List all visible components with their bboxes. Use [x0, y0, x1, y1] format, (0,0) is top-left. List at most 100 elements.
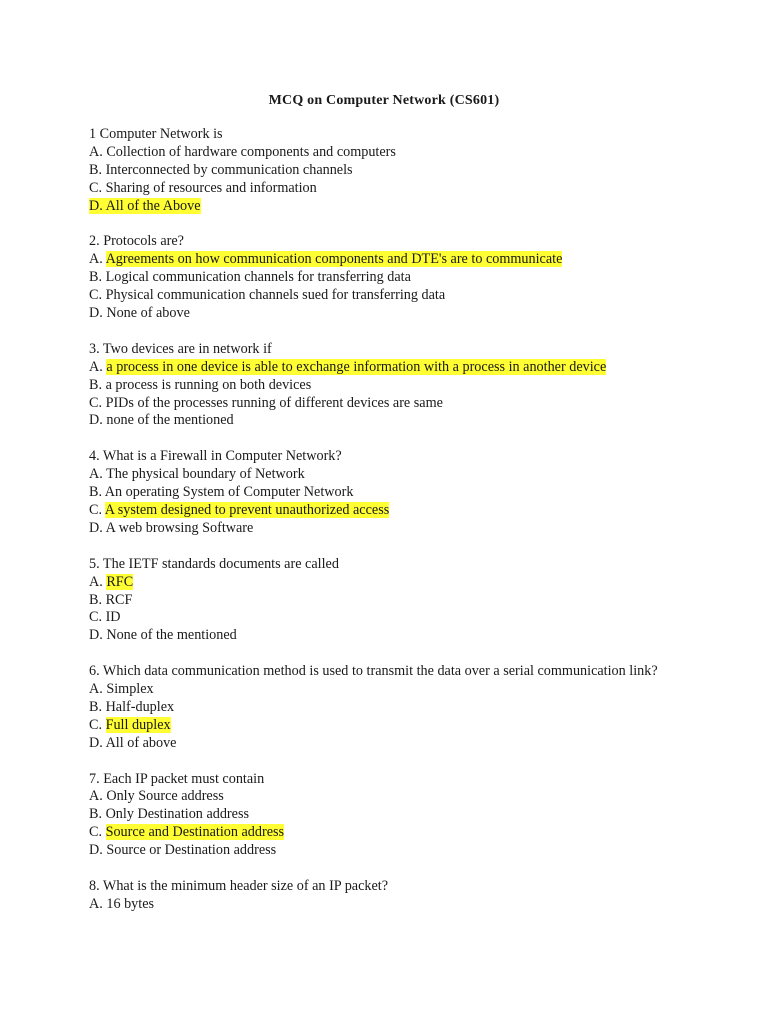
option-letter: A.: [89, 466, 103, 483]
option-text: The physical boundary of Network: [106, 466, 305, 483]
option: B. RCF: [89, 592, 689, 610]
option: A. 16 bytes: [89, 896, 689, 914]
document-page: MCQ on Computer Network (CS601) 1 Comput…: [0, 0, 768, 1024]
option: D. none of the mentioned: [89, 412, 689, 430]
option-correct-answer: A. RFC: [89, 573, 689, 592]
option-letter: C.: [89, 179, 103, 196]
option-correct-answer: D. All of the Above: [89, 197, 689, 216]
option: B. Half-duplex: [89, 699, 689, 717]
option-letter: C.: [89, 609, 103, 626]
option-text: An operating System of Computer Network: [104, 484, 354, 501]
option: C. PIDs of the processes running of diff…: [89, 395, 689, 413]
option-letter: C.: [89, 716, 103, 733]
question-text: 6. Which data communication method is us…: [89, 663, 658, 680]
option: B. Interconnected by communication chann…: [89, 162, 689, 180]
option-letter: D.: [89, 197, 103, 214]
option: D. All of above: [89, 735, 689, 753]
question-block: 4. What is a Firewall in Computer Networ…: [89, 448, 689, 538]
option-letter: C.: [89, 501, 103, 518]
question-text: 4. What is a Firewall in Computer Networ…: [89, 448, 342, 465]
option-letter: D.: [89, 412, 103, 429]
question-block: 5. The IETF standards documents are call…: [89, 556, 689, 646]
option-letter: D.: [89, 305, 103, 322]
option-text: Collection of hardware components and co…: [106, 143, 396, 160]
option-letter: B.: [89, 806, 103, 823]
option-text: Simplex: [106, 681, 154, 698]
option-text: Sharing of resources and information: [105, 179, 317, 196]
option: D. A web browsing Software: [89, 520, 689, 538]
option-text: None of the mentioned: [106, 627, 237, 644]
question-block: 3. Two devices are in network if A. a pro…: [89, 341, 689, 431]
option-text: Interconnected by communication channels: [105, 161, 353, 178]
option-text: RFC: [106, 573, 134, 590]
option-letter: D.: [89, 519, 103, 536]
option-text: Only Source address: [106, 788, 224, 805]
question-text: 1 Computer Network is: [89, 126, 223, 142]
question-text: 7. Each IP packet must contain: [89, 770, 265, 787]
question-text: 5. The IETF standards documents are call…: [89, 555, 339, 572]
question-text: 2. Protocols are?: [89, 233, 184, 250]
option-letter: D.: [89, 627, 103, 644]
option-letter: C.: [89, 824, 103, 841]
answer-highlight: D. All of the Above: [89, 197, 201, 214]
option-text: RCF: [105, 591, 133, 608]
option-letter: A.: [89, 251, 103, 268]
option: A. Only Source address: [89, 788, 689, 806]
option: A. The physical boundary of Network: [89, 466, 689, 484]
option-text: Logical communication channels for trans…: [105, 269, 411, 286]
option: B. Only Destination address: [89, 806, 689, 824]
question-block: 7. Each IP packet must contain A. Only So…: [89, 771, 689, 861]
option-letter: B.: [89, 269, 103, 286]
option-correct-answer: C. A system designed to prevent unauthor…: [89, 501, 689, 520]
option-letter: A.: [89, 895, 103, 912]
question-text: 3. Two devices are in network if: [89, 340, 272, 357]
option-text: a process in one device is able to excha…: [106, 358, 607, 375]
question-list: 1 Computer Network is A. Collection of ha…: [89, 126, 689, 932]
option: B. a process is running on both devices: [89, 377, 689, 395]
option-correct-answer: C. Full duplex: [89, 716, 689, 735]
question-block: 6. Which data communication method is us…: [89, 663, 689, 753]
option: C. Physical communication channels sued …: [89, 287, 689, 305]
option-text: Half-duplex: [105, 698, 175, 715]
question-block: 8. What is the minimum header size of an…: [89, 878, 689, 914]
option-text: None of above: [106, 305, 190, 322]
option-letter: B.: [89, 698, 103, 715]
question-text: 8. What is the minimum header size of an…: [89, 877, 389, 894]
option: C. Sharing of resources and information: [89, 180, 689, 198]
option-text: Agreements on how communication componen…: [105, 251, 563, 268]
option-correct-answer: C. Source and Destination address: [89, 824, 689, 842]
option-text: PIDs of the processes running of differe…: [105, 394, 443, 411]
option-text: A web browsing Software: [105, 519, 254, 536]
option-text: Only Destination address: [105, 806, 249, 823]
option: B. An operating System of Computer Netwo…: [89, 484, 689, 502]
option-text: Source or Destination address: [106, 842, 277, 859]
option-letter: B.: [89, 591, 103, 608]
option-text: 16 bytes: [106, 895, 155, 912]
option: D. None of above: [89, 305, 689, 323]
option-text: All of the Above: [105, 197, 201, 214]
option-letter: A.: [89, 358, 103, 375]
question-block: 2. Protocols are? A. Agreements on how co…: [89, 233, 689, 323]
option: A. Simplex: [89, 681, 689, 699]
option: B. Logical communication channels for tr…: [89, 269, 689, 287]
option-letter: B.: [89, 161, 103, 178]
option-letter: A.: [89, 681, 103, 698]
option-letter: B.: [89, 484, 103, 501]
option-text: ID: [105, 609, 121, 626]
option: C. ID: [89, 609, 689, 627]
option-letter: D.: [89, 734, 103, 751]
option-letter: A.: [89, 143, 103, 160]
option-text: A system designed to prevent unauthorize…: [104, 501, 390, 518]
option-correct-answer: A. a process in one device is able to ex…: [89, 358, 689, 377]
option-text: All of above: [105, 734, 177, 751]
option-text: Full duplex: [105, 716, 171, 733]
option-letter: C.: [89, 394, 103, 411]
option: D. None of the mentioned: [89, 627, 689, 645]
option-text: none of the mentioned: [106, 412, 234, 429]
question-block: 1 Computer Network is A. Collection of ha…: [89, 126, 689, 216]
document-title: MCQ on Computer Network (CS601): [268, 93, 500, 108]
option: D. Source or Destination address: [89, 842, 689, 860]
option-letter: C.: [89, 287, 103, 304]
option-letter: A.: [89, 573, 103, 590]
option-correct-answer: A. Agreements on how communication compo…: [89, 251, 689, 269]
